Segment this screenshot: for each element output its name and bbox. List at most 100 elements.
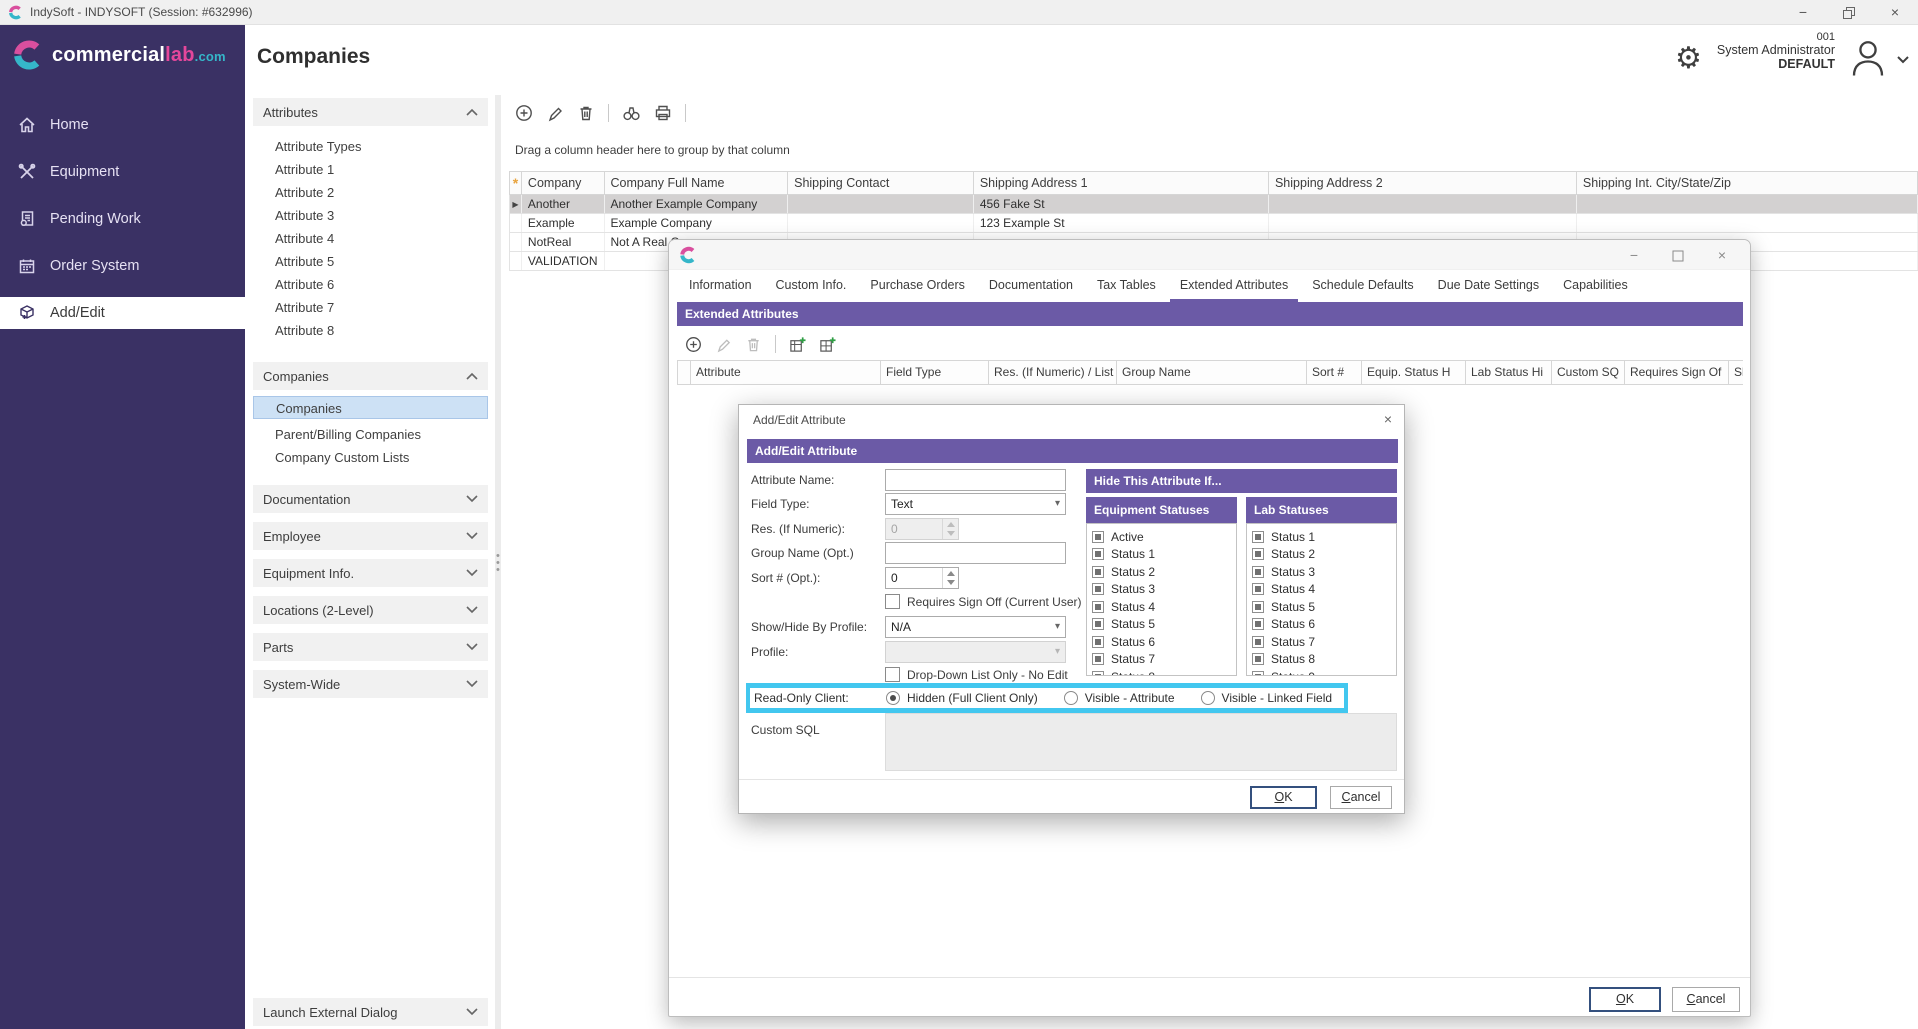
tri-state-checkbox[interactable] — [1092, 636, 1104, 648]
table-row[interactable]: Example Example Company 123 Example St — [510, 214, 1918, 233]
tri-state-checkbox[interactable] — [1252, 531, 1264, 543]
dropdown-only-checkbox[interactable] — [885, 667, 900, 682]
dialog-maximize-button[interactable] — [1658, 242, 1698, 268]
list-item[interactable]: Status 7 — [1087, 651, 1236, 669]
import-grid-icon[interactable] — [789, 336, 806, 353]
column-header-company-full-name[interactable]: Company Full Name — [604, 172, 788, 195]
window-restore-button[interactable] — [1826, 0, 1872, 25]
column-header-company[interactable]: Company — [521, 172, 604, 195]
stepper-arrows[interactable] — [942, 519, 958, 539]
list-item[interactable]: Status 8 — [1247, 651, 1396, 669]
column-header-res-if-numeric[interactable]: Res. (If Numeric) / List # — [989, 361, 1117, 384]
column-header-sort[interactable]: Sort # — [1307, 361, 1362, 384]
tri-state-checkbox[interactable] — [1092, 618, 1104, 630]
custom-sql-textarea-disabled[interactable] — [885, 713, 1397, 771]
radio-visible-linked-field[interactable] — [1201, 691, 1215, 705]
tri-state-checkbox[interactable] — [1092, 548, 1104, 560]
tri-state-checkbox[interactable] — [1092, 671, 1104, 676]
dialog-close-button[interactable]: × — [1702, 242, 1742, 268]
column-header-shipping-address-2[interactable]: Shipping Address 2 — [1268, 172, 1576, 195]
column-header-requires-sign-off[interactable]: Requires Sign Of — [1625, 361, 1729, 384]
delete-icon[interactable] — [577, 104, 595, 122]
tri-state-checkbox[interactable] — [1252, 566, 1264, 578]
list-item[interactable]: Status 4 — [1087, 598, 1236, 616]
sidebar-item-home[interactable]: Home — [0, 110, 245, 140]
tri-state-checkbox[interactable] — [1252, 671, 1264, 676]
tri-state-checkbox[interactable] — [1092, 531, 1104, 543]
attribute-cancel-button[interactable]: Cancel — [1330, 786, 1392, 809]
app-titlebar[interactable]: IndySoft - INDYSOFT (Session: #632996) −… — [0, 0, 1918, 25]
tri-state-checkbox[interactable] — [1252, 636, 1264, 648]
list-item[interactable]: Status 3 — [1087, 581, 1236, 599]
list-item[interactable]: Status 1 — [1087, 546, 1236, 564]
find-icon[interactable] — [622, 104, 641, 122]
column-header-shipping-city-state-zip[interactable]: Shipping Int. City/State/Zip — [1576, 172, 1917, 195]
tab-schedule-defaults[interactable]: Schedule Defaults — [1302, 272, 1423, 302]
nav-item-attribute-8[interactable]: Attribute 8 — [253, 319, 488, 342]
nav-item-parent-billing-companies[interactable]: Parent/Billing Companies — [253, 423, 488, 446]
column-header-shipping-address-1[interactable]: Shipping Address 1 — [973, 172, 1268, 195]
tri-state-checkbox[interactable] — [1252, 583, 1264, 595]
list-item[interactable]: Status 1 — [1247, 528, 1396, 546]
group-name-input[interactable] — [885, 542, 1066, 564]
window-close-button[interactable]: × — [1872, 0, 1918, 25]
res-if-numeric-stepper[interactable]: 0 — [885, 518, 959, 540]
tab-documentation[interactable]: Documentation — [979, 272, 1083, 302]
tri-state-checkbox[interactable] — [1092, 583, 1104, 595]
list-item[interactable]: Status 6 — [1087, 633, 1236, 651]
requires-sign-off-checkbox[interactable] — [885, 594, 900, 609]
stepper-arrows[interactable] — [942, 568, 958, 588]
section-locations[interactable]: Locations (2-Level) — [253, 596, 488, 624]
nav-item-attribute-3[interactable]: Attribute 3 — [253, 204, 488, 227]
section-parts[interactable]: Parts — [253, 633, 488, 661]
column-header-lab-status[interactable]: Lab Status Hi — [1466, 361, 1552, 384]
nav-item-attribute-types[interactable]: Attribute Types — [253, 135, 488, 158]
list-item[interactable]: Status 9 — [1247, 668, 1396, 676]
section-system-wide[interactable]: System-Wide — [253, 670, 488, 698]
settings-gear-icon[interactable]: ⚙ — [1675, 37, 1702, 81]
profile-select-disabled[interactable]: ▾ — [885, 641, 1066, 663]
attribute-ok-button[interactable]: OK — [1250, 786, 1317, 809]
sidebar-item-order-system[interactable]: Order System — [0, 251, 245, 281]
tab-extended-attributes[interactable]: Extended Attributes — [1170, 272, 1298, 302]
tab-custom-info[interactable]: Custom Info. — [766, 272, 857, 302]
list-item[interactable]: Status 3 — [1247, 563, 1396, 581]
attribute-name-input[interactable] — [885, 469, 1066, 491]
section-employee[interactable]: Employee — [253, 522, 488, 550]
radio-visible-attribute[interactable] — [1064, 691, 1078, 705]
user-menu-chevron-icon[interactable] — [1895, 51, 1911, 67]
column-header-group-name[interactable]: Group Name — [1117, 361, 1307, 384]
tri-state-checkbox[interactable] — [1092, 566, 1104, 578]
edit-icon[interactable] — [546, 104, 564, 122]
list-item[interactable]: Status 5 — [1087, 616, 1236, 634]
section-companies[interactable]: Companies — [253, 362, 488, 390]
sidebar-item-add-edit[interactable]: Add/Edit — [0, 297, 245, 329]
tri-state-checkbox[interactable] — [1252, 618, 1264, 630]
nav-item-attribute-1[interactable]: Attribute 1 — [253, 158, 488, 181]
tri-state-checkbox[interactable] — [1252, 653, 1264, 665]
section-launch-external-dialog[interactable]: Launch External Dialog — [253, 998, 488, 1026]
edit-icon-disabled[interactable] — [715, 336, 732, 353]
tri-state-checkbox[interactable] — [1092, 601, 1104, 613]
dialog-minimize-button[interactable]: − — [1614, 242, 1654, 268]
section-documentation[interactable]: Documentation — [253, 485, 488, 513]
print-icon[interactable] — [654, 104, 672, 122]
table-row[interactable]: ▶ Another Another Example Company 456 Fa… — [510, 195, 1918, 214]
dialog-ok-button[interactable]: OK — [1589, 987, 1661, 1012]
nav-item-companies[interactable]: Companies — [253, 396, 488, 419]
tab-due-date-settings[interactable]: Due Date Settings — [1428, 272, 1549, 302]
avatar-icon[interactable] — [1847, 37, 1889, 79]
tri-state-checkbox[interactable] — [1252, 601, 1264, 613]
window-minimize-button[interactable]: − — [1780, 0, 1826, 25]
nav-item-company-custom-lists[interactable]: Company Custom Lists — [253, 446, 488, 469]
dialog-cancel-button[interactable]: Cancel — [1672, 987, 1740, 1012]
tri-state-checkbox[interactable] — [1092, 653, 1104, 665]
group-by-drop-zone[interactable]: Drag a column header here to group by th… — [515, 143, 790, 157]
sidebar-item-pending-work[interactable]: Pending Work — [0, 204, 245, 234]
column-header-equip-status[interactable]: Equip. Status H — [1362, 361, 1466, 384]
list-item[interactable]: Status 4 — [1247, 581, 1396, 599]
tab-information[interactable]: Information — [679, 272, 762, 302]
tab-capabilities[interactable]: Capabilities — [1553, 272, 1638, 302]
attribute-dialog-close-button[interactable]: × — [1384, 411, 1392, 427]
list-item[interactable]: Status 7 — [1247, 633, 1396, 651]
